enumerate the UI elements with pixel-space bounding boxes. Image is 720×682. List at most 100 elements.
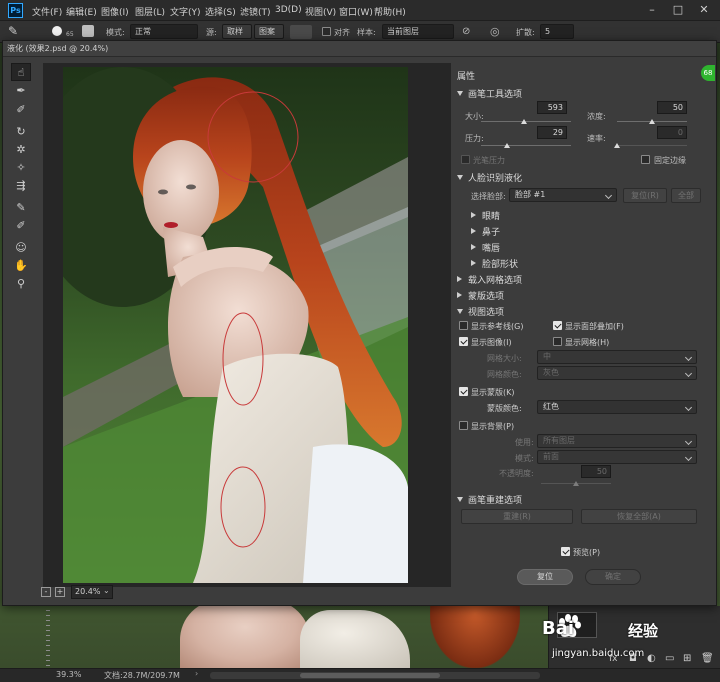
opacity-input[interactable]: 50 bbox=[581, 465, 611, 478]
size-slider-handle[interactable] bbox=[520, 119, 527, 124]
opacity-label: 不透明度: bbox=[499, 469, 534, 478]
pressure-size-icon[interactable]: ◎ bbox=[490, 25, 500, 38]
brush-tool-icon[interactable]: ✎ bbox=[8, 24, 18, 38]
forward-warp-tool-icon[interactable]: ☝ bbox=[11, 63, 31, 81]
preview-canvas[interactable] bbox=[43, 63, 453, 587]
aligned-checkbox[interactable] bbox=[322, 27, 331, 36]
section-brush-reconstruct-options[interactable]: 画笔重建选项 bbox=[457, 493, 522, 506]
pattern-swatch[interactable] bbox=[290, 25, 312, 39]
pucker-tool-icon[interactable]: ✲ bbox=[11, 141, 31, 159]
select-face-dropdown[interactable]: 脸部 #1 bbox=[509, 188, 617, 202]
rate-input[interactable]: 0 bbox=[657, 126, 687, 139]
preview-checkbox[interactable] bbox=[561, 547, 570, 556]
section-face-aware-liquify[interactable]: 人脸识别液化 bbox=[457, 171, 522, 184]
brush-panel-icon[interactable] bbox=[82, 25, 94, 37]
horizontal-scrollbar[interactable] bbox=[210, 672, 540, 679]
face-all-button[interactable]: 全部 bbox=[671, 188, 701, 203]
source-pattern-button[interactable]: 图案 bbox=[254, 24, 284, 39]
chevron-right-icon[interactable]: › bbox=[195, 669, 198, 678]
menu-window[interactable]: 窗口(W) bbox=[339, 5, 373, 18]
density-slider-handle[interactable] bbox=[648, 119, 655, 124]
use-label: 使用: bbox=[515, 438, 534, 447]
menu-file[interactable]: 文件(F) bbox=[32, 5, 62, 18]
mesh-size-label: 网格大小: bbox=[487, 354, 522, 363]
menu-type[interactable]: 文字(Y) bbox=[170, 5, 201, 18]
show-mesh-checkbox[interactable] bbox=[553, 337, 562, 346]
preview-label: 预览(P) bbox=[573, 548, 601, 557]
freeze-mask-tool-icon[interactable]: ✎ bbox=[11, 199, 31, 217]
rate-slider-handle[interactable] bbox=[613, 143, 620, 148]
section-brush-tool-options[interactable]: 画笔工具选项 bbox=[457, 87, 522, 100]
show-face-overlay-checkbox[interactable] bbox=[553, 321, 562, 330]
section-mask-options[interactable]: 蒙版选项 bbox=[457, 289, 504, 302]
scrollbar-thumb[interactable] bbox=[300, 673, 440, 678]
section-eyes[interactable]: 眼睛 bbox=[471, 209, 500, 222]
bloat-tool-icon[interactable]: ✧ bbox=[11, 159, 31, 177]
use-dropdown[interactable]: 所有图层 bbox=[537, 434, 697, 448]
restore-all-button[interactable]: 恢复全部(A) bbox=[581, 509, 697, 524]
menu-layer[interactable]: 图层(L) bbox=[135, 5, 165, 18]
show-image-checkbox[interactable] bbox=[459, 337, 468, 346]
menu-view[interactable]: 视图(V) bbox=[305, 5, 336, 18]
face-tool-icon[interactable]: ☺ bbox=[11, 239, 31, 257]
thaw-mask-tool-icon[interactable]: ✐ bbox=[11, 217, 31, 235]
twirl-tool-icon[interactable]: ↻ bbox=[11, 123, 31, 141]
source-sampled-button[interactable]: 取样 bbox=[222, 24, 252, 39]
pressure-slider-track[interactable] bbox=[481, 145, 571, 146]
sample-select[interactable]: 当前图层 bbox=[382, 24, 454, 39]
zoom-tool-icon[interactable]: ⚲ bbox=[11, 275, 31, 293]
hand-tool-icon[interactable]: ✋ bbox=[11, 257, 31, 275]
close-icon[interactable]: ✕ bbox=[692, 2, 716, 18]
chevron-down-icon[interactable]: ⌄ bbox=[103, 586, 110, 595]
stylus-pressure-label: 光笔压力 bbox=[473, 156, 505, 165]
reconstruct-button[interactable]: 重建(R) bbox=[461, 509, 573, 524]
source-label: 源: bbox=[206, 28, 217, 37]
density-input[interactable]: 50 bbox=[657, 101, 687, 114]
pin-edges-checkbox[interactable] bbox=[641, 155, 650, 164]
brush-preset-icon[interactable] bbox=[52, 26, 62, 36]
reconstruct-tool-icon[interactable]: ✒ bbox=[11, 82, 31, 100]
menu-filter[interactable]: 滤镜(T) bbox=[240, 5, 271, 18]
section-face-shape[interactable]: 脸部形状 bbox=[471, 257, 518, 270]
zoom-in-button[interactable]: + bbox=[55, 587, 65, 597]
push-left-tool-icon[interactable]: ⇶ bbox=[11, 177, 31, 195]
show-guides-checkbox[interactable] bbox=[459, 321, 468, 330]
size-input[interactable]: 593 bbox=[537, 101, 567, 114]
rate-slider-track[interactable] bbox=[617, 145, 687, 146]
ok-button[interactable]: 确定 bbox=[585, 569, 641, 585]
mesh-color-dropdown[interactable]: 灰色 bbox=[537, 366, 697, 380]
ignore-adjustments-icon[interactable]: ⊘ bbox=[462, 26, 470, 37]
backdrop-mode-dropdown[interactable]: 前面 bbox=[537, 450, 697, 464]
spread-input[interactable]: 5 bbox=[540, 24, 574, 39]
mask-color-dropdown[interactable]: 红色 bbox=[537, 400, 697, 414]
maximize-icon[interactable]: □ bbox=[666, 2, 690, 18]
stylus-pressure-checkbox[interactable] bbox=[461, 155, 470, 164]
face-reset-button[interactable]: 复位(R) bbox=[623, 188, 667, 203]
section-view-options[interactable]: 视图选项 bbox=[457, 305, 504, 318]
menu-3d[interactable]: 3D(D) bbox=[275, 5, 302, 15]
section-nose[interactable]: 鼻子 bbox=[471, 225, 500, 238]
reset-button[interactable]: 复位 bbox=[517, 569, 573, 585]
liquify-photo[interactable] bbox=[63, 67, 408, 583]
pressure-input[interactable]: 29 bbox=[537, 126, 567, 139]
section-load-mesh[interactable]: 载入网格选项 bbox=[457, 273, 522, 286]
menu-help[interactable]: 帮助(H) bbox=[374, 5, 406, 18]
menu-edit[interactable]: 编辑(E) bbox=[66, 5, 97, 18]
minimize-icon[interactable]: – bbox=[640, 2, 664, 18]
mesh-size-dropdown[interactable]: 中 bbox=[537, 350, 697, 364]
show-mask-checkbox[interactable] bbox=[459, 387, 468, 396]
smooth-tool-icon[interactable]: ✐ bbox=[11, 101, 31, 119]
show-backdrop-checkbox[interactable] bbox=[459, 421, 468, 430]
section-mouth[interactable]: 嘴唇 bbox=[471, 241, 500, 254]
show-mask-label: 显示蒙版(K) bbox=[471, 388, 515, 397]
opacity-slider-handle[interactable] bbox=[572, 481, 579, 486]
zoom-out-button[interactable]: - bbox=[41, 587, 51, 597]
trash-icon[interactable]: 🗑 bbox=[701, 653, 714, 664]
menu-image[interactable]: 图像(I) bbox=[101, 5, 129, 18]
pressure-slider-handle[interactable] bbox=[503, 143, 510, 148]
mode-select[interactable]: 正常 bbox=[130, 24, 198, 39]
show-guides-label: 显示参考线(G) bbox=[471, 322, 524, 331]
menu-select[interactable]: 选择(S) bbox=[205, 5, 236, 18]
status-zoom[interactable]: 39.3% bbox=[56, 670, 81, 679]
side-badge-icon[interactable]: 68 bbox=[701, 65, 715, 81]
